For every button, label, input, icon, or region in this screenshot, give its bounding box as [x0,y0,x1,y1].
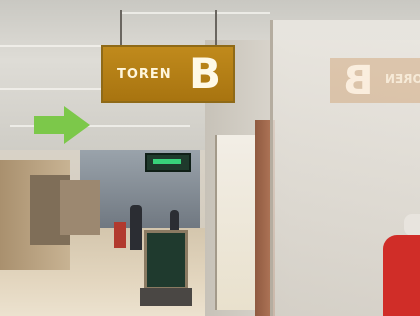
green-arrow-icon [34,106,90,144]
mannequin-head [404,214,420,236]
sign-reflection-text: TOREN [385,72,420,86]
green-sign-light [153,159,181,164]
ceiling-light-strip [120,12,270,14]
glass-door [215,135,257,310]
chalkboard-stand [144,230,188,290]
sign-reflection-letter: B [343,58,374,104]
red-bin [114,222,126,248]
sign-letter: B [189,49,222,98]
green-direction-sign [145,153,191,172]
sign-wire [215,10,217,46]
sign-text: TOREN [117,67,172,82]
sign-wire [120,10,122,46]
chalkboard-base [140,288,192,306]
mannequin [383,235,420,316]
toren-b-sign: TOREN B [101,45,235,103]
shopper-figure [130,205,142,250]
mall-corridor-photo: B TOREN TOREN B [0,0,420,316]
left-storefront-window [60,180,100,235]
